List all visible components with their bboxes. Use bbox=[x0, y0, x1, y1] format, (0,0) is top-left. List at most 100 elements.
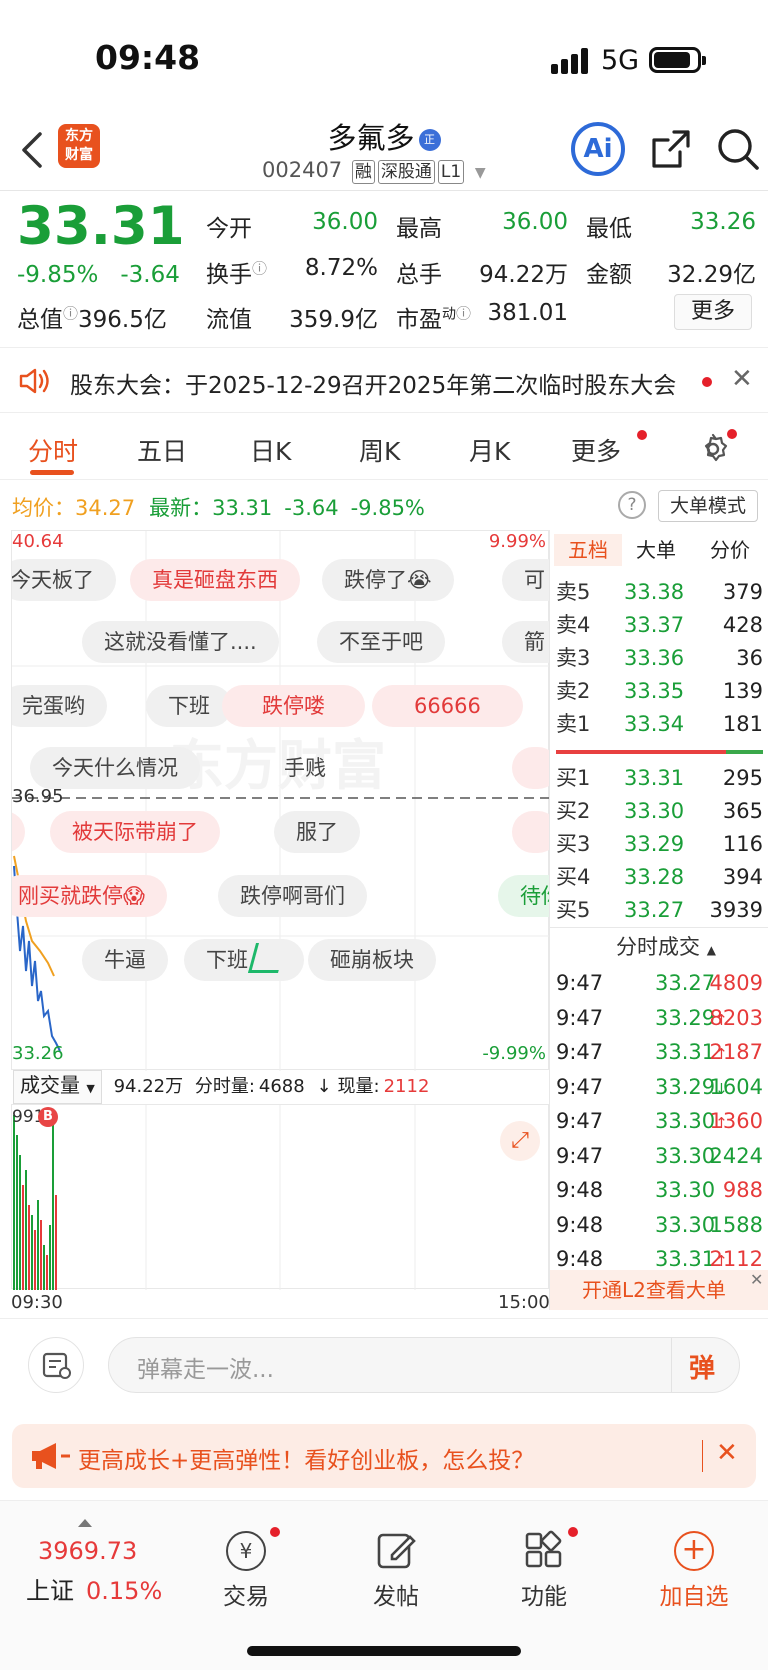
tab-monthly-k[interactable]: 月K bbox=[469, 432, 510, 468]
danmaku-item[interactable]: 不至于吧 bbox=[317, 621, 445, 663]
danmaku-item[interactable]: 今天板了 bbox=[12, 559, 116, 601]
volume-chart[interactable]: 9913 B ⤢ bbox=[11, 1104, 549, 1290]
ask-row[interactable]: 卖5 33.38 379 bbox=[550, 576, 768, 608]
search-icon[interactable] bbox=[715, 126, 761, 172]
danmaku-item[interactable]: 可 bbox=[502, 559, 550, 601]
tick-row: 9:47 33.29↑ 8203 bbox=[556, 1005, 763, 1030]
big-order-mode-button[interactable]: 大单模式 bbox=[658, 490, 758, 522]
tab-trade[interactable]: ¥ 交易 bbox=[186, 1501, 306, 1611]
comment-input[interactable]: 弹幕走一波... 弹 bbox=[108, 1337, 740, 1393]
danmaku-item[interactable]: 牛逼 bbox=[82, 939, 168, 981]
share-icon[interactable] bbox=[650, 128, 692, 170]
grid-icon bbox=[525, 1530, 562, 1568]
bid-row[interactable]: 买5 33.27 3939 bbox=[550, 894, 768, 926]
tab-intraday[interactable]: 分时 bbox=[28, 432, 78, 468]
ai-button[interactable]: Ai bbox=[571, 122, 625, 176]
tick-row: 9:48 33.30 1588 bbox=[556, 1212, 763, 1237]
expand-icon[interactable]: ⤢ bbox=[500, 1121, 540, 1161]
low-label: 最低 bbox=[586, 216, 632, 242]
amount-value: 32.29亿 bbox=[667, 262, 756, 288]
tab-price-dist[interactable]: 分价 bbox=[710, 534, 750, 566]
settings-icon[interactable] bbox=[696, 432, 730, 466]
ask-row[interactable]: 卖4 33.37 428 bbox=[550, 609, 768, 641]
tab-daily-k[interactable]: 日K bbox=[250, 432, 291, 468]
volume-value: 94.22万 bbox=[479, 262, 568, 288]
latest-price: 33.31 bbox=[212, 496, 273, 520]
danmaku-item[interactable]: 砸崩板块 bbox=[308, 939, 436, 981]
home-indicator bbox=[247, 1646, 521, 1656]
promo-banner[interactable]: 更高成长+更高弹性！看好创业板，怎么投？ ✕ bbox=[12, 1424, 756, 1488]
name-badge: 正 bbox=[418, 129, 441, 151]
close-icon[interactable]: ✕ bbox=[716, 1438, 738, 1468]
danmaku-item[interactable]: 今天什么情况 bbox=[30, 747, 200, 789]
time-end: 15:00 bbox=[498, 1292, 550, 1313]
index-value[interactable]: 3969.73 bbox=[38, 1537, 137, 1565]
fenshi-volume: 4688 bbox=[258, 1076, 305, 1097]
danmaku-item[interactable]: 完蛋哟 bbox=[12, 685, 107, 727]
mktcap-label[interactable]: 总值ⓘ396.5亿 bbox=[17, 300, 167, 334]
info-icon: ⓘ bbox=[252, 259, 268, 278]
divider bbox=[550, 927, 768, 928]
latest-pct: -9.85% bbox=[350, 496, 425, 520]
tab-functions[interactable]: 功能 bbox=[484, 1501, 604, 1611]
danmaku-item[interactable]: 手贱 bbox=[262, 747, 348, 789]
danmaku-item[interactable]: 这就没看懂了.... bbox=[82, 621, 279, 663]
more-dot bbox=[637, 430, 647, 440]
tag-connect: 深股通 bbox=[377, 160, 435, 184]
total-volume: 94.22万 bbox=[113, 1076, 184, 1097]
ticks-title[interactable]: 分时成交 ▲ bbox=[616, 930, 716, 967]
help-icon[interactable]: ? bbox=[618, 491, 646, 519]
tab-big-order[interactable]: 大单 bbox=[636, 534, 676, 566]
active-tab-indicator bbox=[30, 470, 74, 475]
chart-tabs: 分时 五日 日K 周K 月K 更多 bbox=[0, 418, 768, 480]
tab-weekly-k[interactable]: 周K bbox=[359, 432, 400, 468]
danmaku-item[interactable]: 箭 bbox=[502, 621, 550, 663]
tab-5day[interactable]: 五日 bbox=[137, 432, 187, 468]
danmaku-item[interactable]: 跌停了😭 bbox=[322, 559, 454, 601]
tab-five-level[interactable]: 五档 bbox=[554, 534, 622, 566]
index-summary[interactable]: 上证 0.15% bbox=[26, 1571, 162, 1606]
ask-row[interactable]: 卖2 33.35 139 bbox=[550, 675, 768, 707]
danmaku-item[interactable]: 服了 bbox=[274, 811, 360, 853]
close-icon[interactable]: ✕ bbox=[731, 364, 753, 394]
danmaku-item[interactable]: 下班 bbox=[184, 939, 304, 981]
danmaku-item[interactable]: 刚买就跌停😱 bbox=[12, 875, 167, 917]
danmaku-item[interactable]: 真是砸盘东西 bbox=[130, 559, 300, 601]
time-start: 09:30 bbox=[11, 1292, 63, 1313]
bid-row[interactable]: 买2 33.30 365 bbox=[550, 795, 768, 827]
ask-row[interactable]: 卖3 33.36 36 bbox=[550, 642, 768, 674]
comment-area: 弹幕走一波... 弹 bbox=[0, 1318, 768, 1413]
ask-row[interactable]: 卖1 33.34 181 bbox=[550, 708, 768, 740]
announcement-bar[interactable]: 股东大会：于2025-12-29召开2025年第二次临时股东大会 ✕ bbox=[0, 347, 768, 413]
pe-value: 381.01 bbox=[487, 300, 568, 326]
danmaku-item[interactable]: 66666 bbox=[372, 685, 523, 727]
bid-row[interactable]: 买4 33.28 394 bbox=[550, 861, 768, 893]
turnover-label[interactable]: 换手ⓘ bbox=[206, 255, 267, 289]
danmaku-item[interactable]: 被天际带崩了 bbox=[50, 811, 220, 853]
danmaku-item[interactable]: 下班 bbox=[146, 685, 232, 727]
bid-row[interactable]: 买1 33.31 295 bbox=[550, 762, 768, 794]
danmaku-item[interactable]: 待你 bbox=[498, 875, 550, 917]
tick-row: 9:48 33.30 988 bbox=[556, 1178, 763, 1202]
tick-row: 9:47 33.31↑ 2187 bbox=[556, 1040, 763, 1064]
danmaku-item[interactable]: 跌停啊哥们 bbox=[218, 875, 367, 917]
buy-marker[interactable]: B bbox=[38, 1107, 58, 1127]
danmaku-send-button[interactable]: 弹 bbox=[689, 1348, 715, 1385]
stock-subtitle[interactable]: 002407 融深股通 L1 ▼ bbox=[262, 158, 486, 184]
close-icon[interactable]: ✕ bbox=[750, 1270, 763, 1289]
pe-label[interactable]: 市盈动ⓘ bbox=[396, 300, 471, 334]
indicator-select[interactable]: 成交量 ▼ bbox=[13, 1070, 102, 1104]
tab-more[interactable]: 更多 bbox=[571, 432, 621, 468]
comment-list-icon[interactable] bbox=[28, 1337, 84, 1393]
arrow-down-icon: ↓ bbox=[310, 1076, 332, 1097]
add-watchlist-button[interactable]: + 加自选 bbox=[634, 1501, 754, 1611]
l2-banner[interactable]: 开通L2查看大单 bbox=[550, 1270, 768, 1310]
divider bbox=[0, 190, 768, 191]
bid-row[interactable]: 买3 33.29 116 bbox=[550, 828, 768, 860]
status-bar: 09:48 5G bbox=[0, 0, 768, 110]
battery-icon bbox=[649, 47, 706, 73]
more-button[interactable]: 更多 bbox=[674, 294, 752, 330]
tab-post[interactable]: 发帖 bbox=[336, 1501, 456, 1611]
danmaku-item[interactable]: 跌停喽 bbox=[222, 685, 365, 727]
intraday-chart[interactable]: 40.64 9.99% 36.95 33.26 -9.99% 东方财富 今天板了… bbox=[11, 530, 550, 1071]
